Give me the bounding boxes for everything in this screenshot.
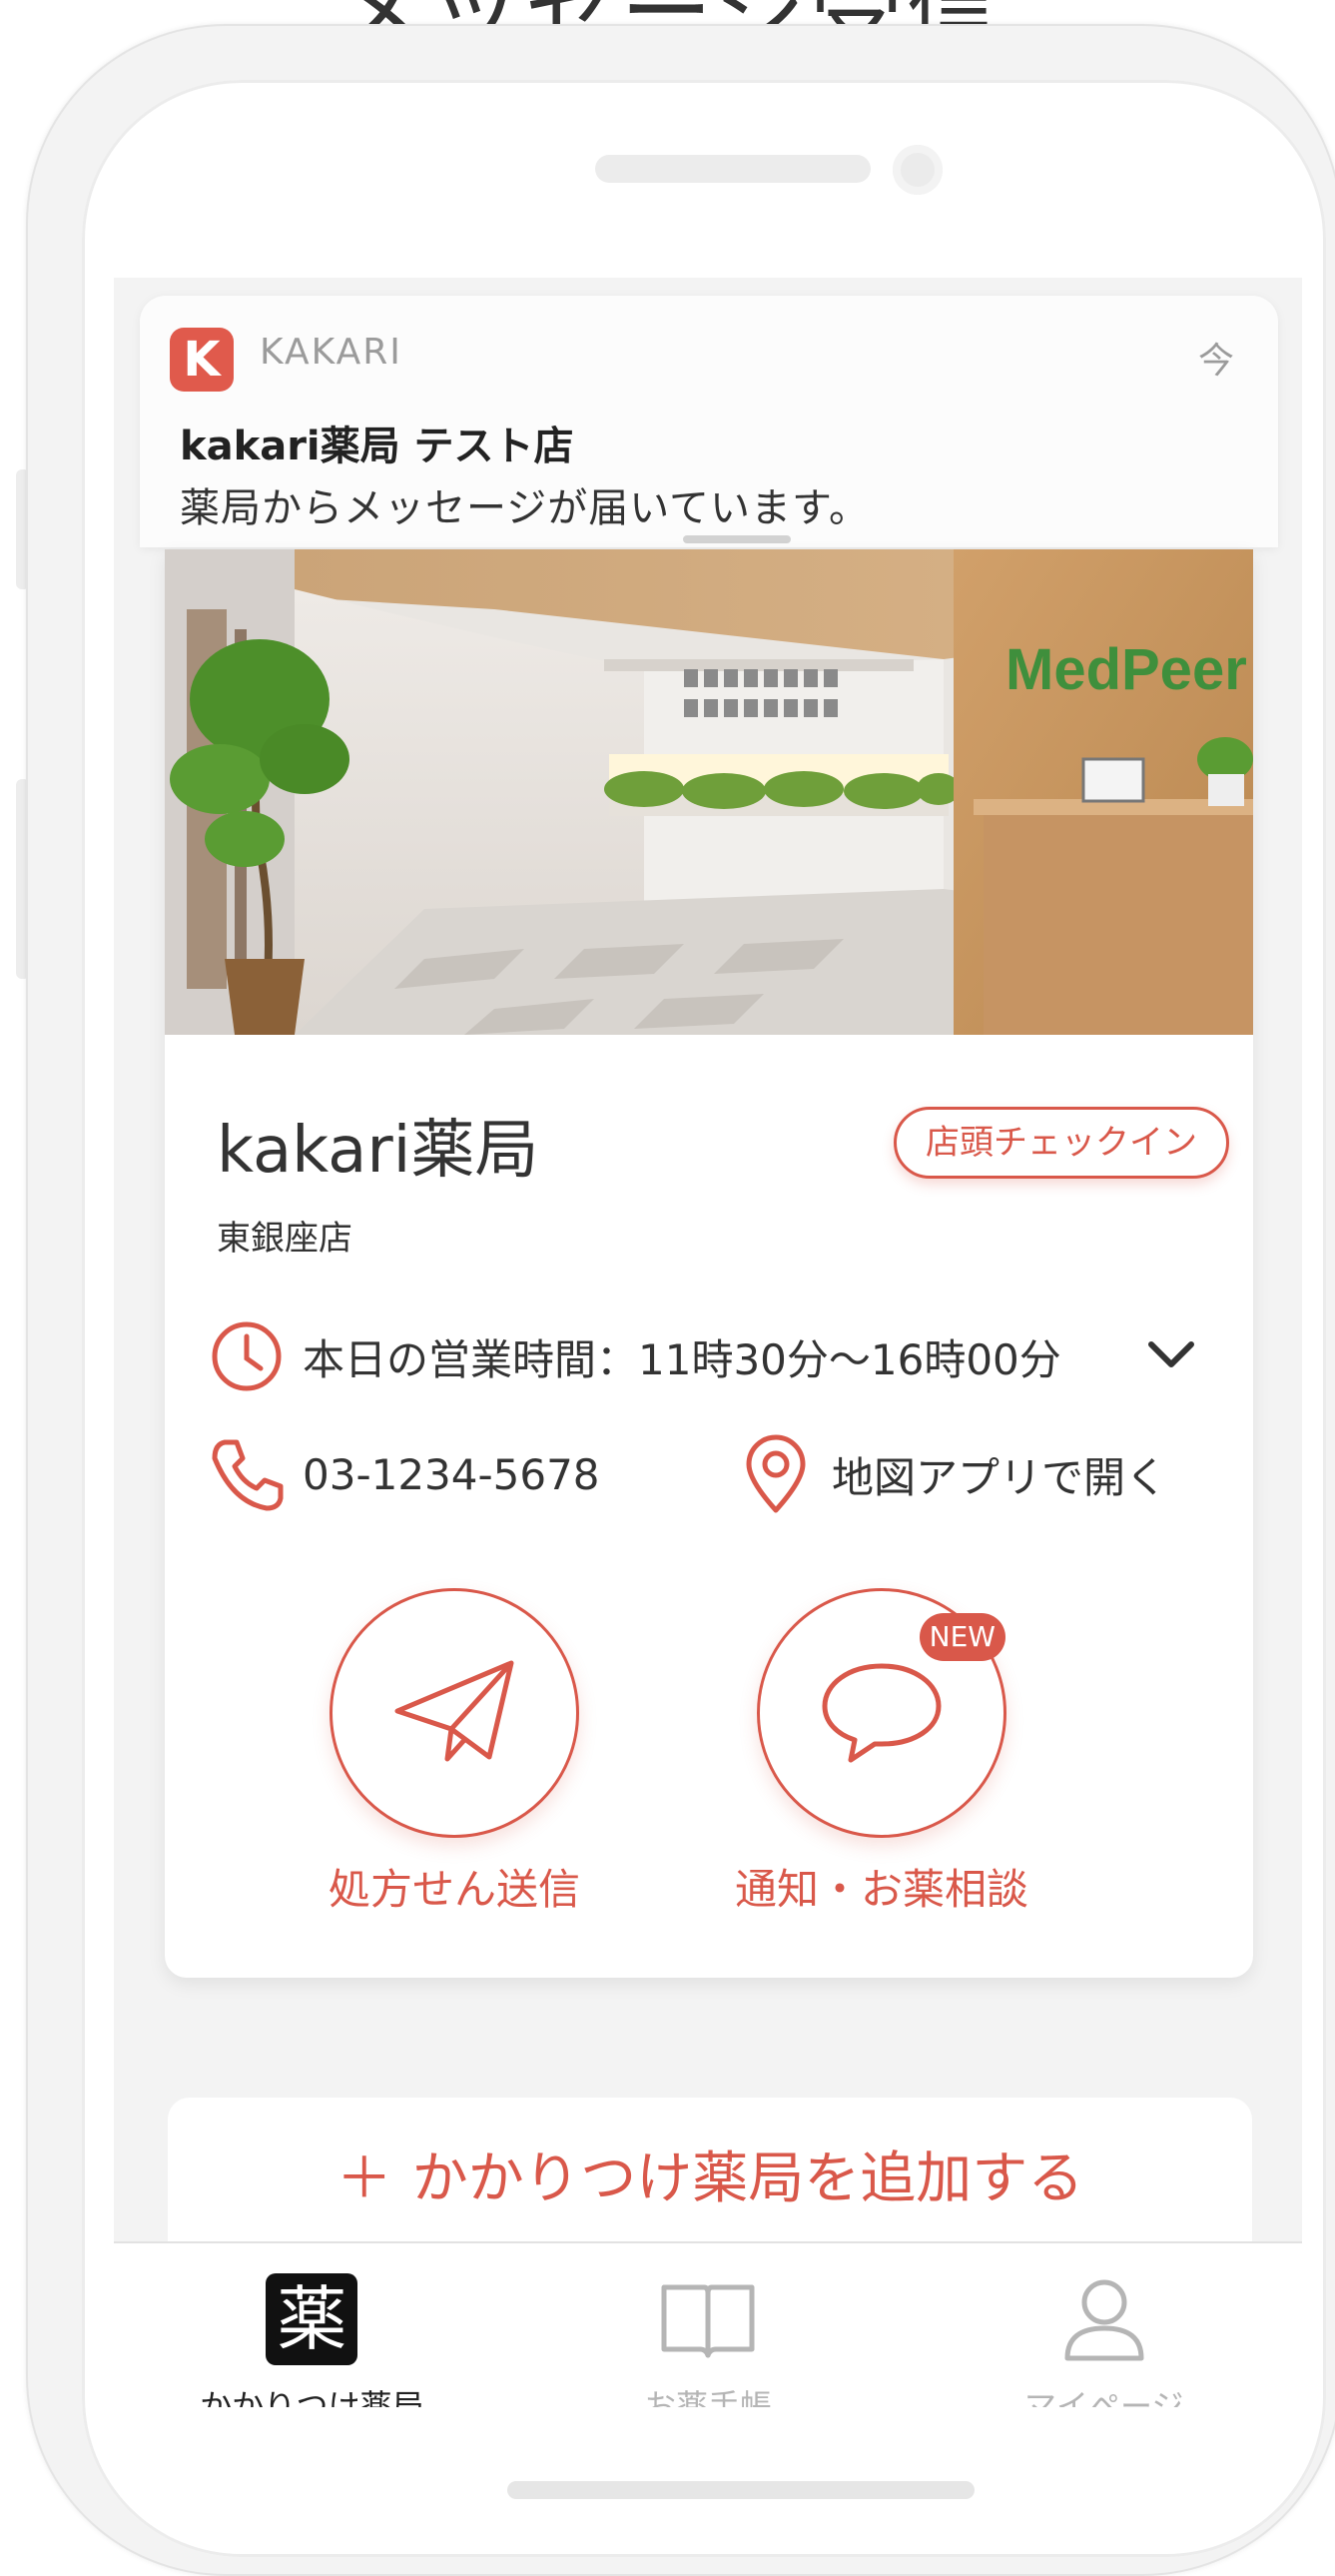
phone-icon xyxy=(209,1436,285,1512)
plus-icon: ＋ xyxy=(335,2147,392,2211)
add-pharmacy-button[interactable]: ＋ かかりつけ薬局を追加する xyxy=(168,2098,1252,2247)
book-icon xyxy=(661,2284,755,2358)
photo-sign-text: MedPeer xyxy=(1005,637,1247,702)
bottom-navigation: 薬 かかりつけ薬局 お薬手帳 マイページ xyxy=(114,2241,1302,2407)
checkin-button[interactable]: 店頭チェックイン xyxy=(894,1107,1229,1179)
tab-medicine-notebook[interactable]: お薬手帳 xyxy=(510,2243,907,2407)
pharmacy-photo: MedPeer xyxy=(165,549,1253,1035)
notification-consult-circle[interactable]: NEW xyxy=(757,1588,1006,1838)
person-icon xyxy=(1064,2279,1144,2361)
notification-consult-button[interactable]: NEW 通知・お薬相談 xyxy=(732,1588,1031,1917)
notification-grabber[interactable] xyxy=(683,535,791,543)
tab-mypage-label: マイページ xyxy=(1023,2387,1184,2407)
new-badge: NEW xyxy=(919,1613,1005,1661)
tab-pharmacy-label: かかりつけ薬局 xyxy=(200,2387,424,2407)
notification-title: kakari薬局 テスト店 xyxy=(180,424,574,469)
chat-bubble-icon xyxy=(822,1663,942,1763)
kakari-app-icon: K xyxy=(170,328,234,392)
business-hours-text: 本日の営業時間：11時30分～16時00分 xyxy=(303,1334,1061,1384)
phone-number-text: 03-1234-5678 xyxy=(303,1449,600,1499)
send-prescription-label: 処方せん送信 xyxy=(328,1865,580,1914)
tab-medicine-notebook-label: お薬手帳 xyxy=(644,2387,773,2407)
chevron-down-icon[interactable] xyxy=(1141,1324,1201,1384)
open-map-link[interactable]: 地図アプリで開く xyxy=(738,1434,1168,1513)
phone-camera xyxy=(893,145,943,195)
clock-icon xyxy=(209,1318,285,1394)
tab-mypage[interactable]: マイページ xyxy=(906,2243,1302,2407)
paper-plane-icon xyxy=(394,1660,514,1762)
notification-time: 今 xyxy=(1197,341,1234,382)
notification-body: 薬局からメッセージが届いています。 xyxy=(180,485,870,531)
pharmacy-kanji-icon: 薬 xyxy=(266,2273,358,2365)
home-indicator[interactable] xyxy=(507,2481,975,2499)
notification-consult-label: 通知・お薬相談 xyxy=(734,1865,1028,1914)
business-hours-row[interactable]: 本日の営業時間：11時30分～16時00分 xyxy=(209,1318,1061,1394)
map-pin-icon xyxy=(738,1434,814,1513)
app-screen: K KAKARI 今 kakari薬局 テスト店 薬局からメッセージが届いていま… xyxy=(114,278,1302,2407)
tab-pharmacy[interactable]: 薬 かかりつけ薬局 xyxy=(114,2243,510,2407)
push-notification[interactable]: K KAKARI 今 kakari薬局 テスト店 薬局からメッセージが届いていま… xyxy=(140,296,1278,547)
send-prescription-button[interactable]: 処方せん送信 xyxy=(305,1588,604,1917)
notification-app-name: KAKARI xyxy=(260,332,402,373)
send-prescription-circle[interactable] xyxy=(330,1588,579,1838)
pharmacy-name: kakari薬局 xyxy=(217,1114,539,1188)
phone-speaker xyxy=(595,155,871,183)
open-map-text: 地図アプリで開く xyxy=(832,1452,1168,1502)
add-pharmacy-label: かかりつけ薬局を追加する xyxy=(411,2147,1084,2211)
pharmacy-branch: 東銀座店 xyxy=(217,1219,352,1259)
phone-number-link[interactable]: 03-1234-5678 xyxy=(209,1436,600,1512)
phone-frame: K KAKARI 今 kakari薬局 テスト店 薬局からメッセージが届いていま… xyxy=(26,24,1335,2576)
pharmacy-card: MedPeer kakari薬局 店頭チェックイン 東銀座店 本日の営業時間：1… xyxy=(165,549,1253,1978)
phone-screen-bezel: K KAKARI 今 kakari薬局 テスト店 薬局からメッセージが届いていま… xyxy=(82,80,1326,2557)
